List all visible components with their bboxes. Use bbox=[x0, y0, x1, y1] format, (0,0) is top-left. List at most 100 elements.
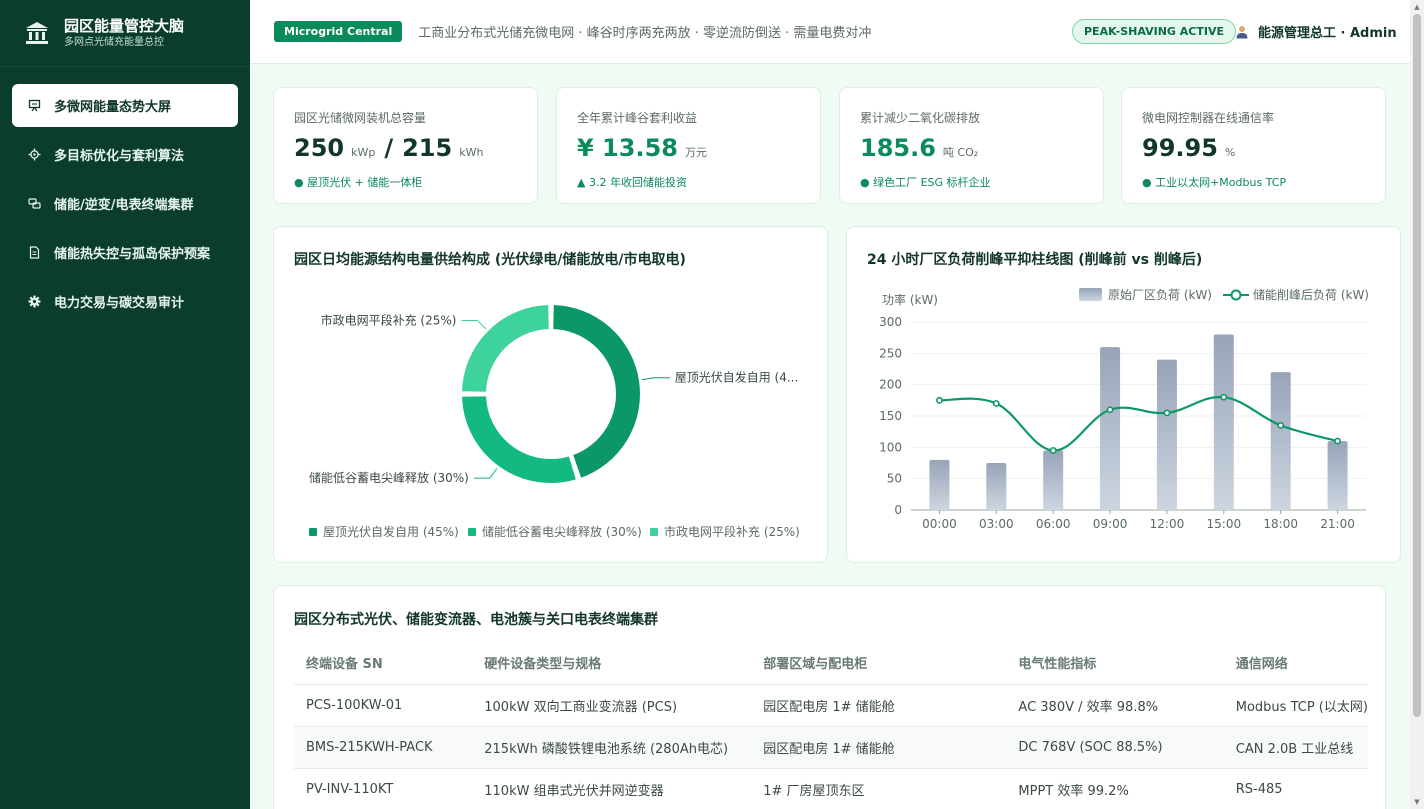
line-point bbox=[992, 400, 1000, 407]
legend-label: 市政电网平段补充 (25%) bbox=[664, 524, 800, 539]
line-point bbox=[1220, 393, 1228, 401]
brand-subtitle: 多网点光储充能量总控 bbox=[64, 37, 164, 48]
column-header[interactable]: 部署区域与配电柜 bbox=[751, 642, 1007, 685]
kpi-unit: % bbox=[1224, 146, 1236, 159]
header-description: 工商业分布式光储充微电网 · 峰谷时序两充两放 · 零逆流防倒送 · 需量电费对… bbox=[418, 26, 872, 41]
x-tick-label: 12:00 bbox=[1150, 517, 1185, 531]
sidebar-item-label: 多微网能量态势大屏 bbox=[54, 100, 172, 115]
kpi-label: 全年累计峰谷套利收益 bbox=[577, 111, 698, 125]
column-header[interactable]: 电气性能指标 bbox=[1006, 642, 1224, 685]
kpi-number: 185.6 bbox=[860, 134, 936, 162]
scroll-up-arrow-icon[interactable]: ▲ bbox=[1413, 3, 1421, 11]
kpi-unit-secondary: kWh bbox=[459, 146, 484, 159]
table-cell: PV-INV-110KT bbox=[294, 768, 473, 809]
kpi-unit: kWp bbox=[351, 146, 376, 159]
column-header[interactable]: 硬件设备类型与规格 bbox=[472, 642, 752, 685]
donut-slice-label: 屋顶光伏自发自用 (4... bbox=[675, 370, 799, 385]
x-tick-label: 09:00 bbox=[1093, 517, 1128, 531]
sidebar-item-protection[interactable]: 储能热失控与孤岛保护预案 bbox=[12, 231, 238, 274]
peak-shaving-bar-line-chart: 功率 (kW) 0 50 100 150 200 250 300 00:00 03:00 06:00… bbox=[879, 287, 1369, 531]
line-point bbox=[1277, 421, 1285, 429]
table-row[interactable]: PCS-100KW-01 100kW 双向工商业变流器 (PCS) 园区配电房 … bbox=[294, 684, 1368, 727]
status-badge: PEAK-SHAVING ACTIVE bbox=[1072, 19, 1236, 44]
energy-structure-donut-chart: 屋顶光伏自发自用 (4... 储能低谷蓄电尖峰释放 (30%) 市政电网平段补充 (… bbox=[309, 303, 800, 539]
kpi-subtext: ● 工业以太网+Modbus TCP bbox=[1142, 176, 1287, 189]
bar bbox=[1327, 441, 1348, 510]
scroll-thumb[interactable] bbox=[1413, 14, 1421, 717]
system-chip: Microgrid Central bbox=[274, 21, 403, 42]
line-point bbox=[1106, 406, 1114, 414]
scroll-down-arrow-icon[interactable]: ▼ bbox=[1413, 798, 1421, 806]
kpi-unit: 万元 bbox=[684, 146, 707, 159]
card-title: 园区分布式光伏、储能变流器、电池簇与关口电表终端集群 bbox=[294, 612, 658, 628]
bar bbox=[1156, 359, 1177, 510]
document-icon bbox=[28, 246, 41, 259]
sidebar-item-label: 电力交易与碳交易审计 bbox=[54, 296, 185, 311]
line-point bbox=[936, 396, 943, 404]
kpi-card-carbon: 累计减少二氧化碳排放 185.6 吨 CO₂ ● 绿色工厂 ESG 标杆企业 bbox=[839, 87, 1104, 204]
donut-slice-label: 储能低谷蓄电尖峰释放 (30%) bbox=[309, 470, 469, 485]
peak-shaving-card: 24 小时厂区负荷削峰平抑柱线图 (削峰前 vs 削峰后) 功率 (kW) 0 50… bbox=[846, 226, 1401, 563]
y-tick-label: 0 bbox=[894, 503, 902, 517]
user-menu[interactable]: 能源管理总工 · Admin bbox=[1235, 22, 1397, 41]
y-tick-label: 250 bbox=[879, 346, 902, 360]
x-tick-label: 03:00 bbox=[979, 517, 1014, 531]
kpi-number: ¥ 13.58 bbox=[577, 134, 678, 162]
sidebar-nav: 多微网能量态势大屏 多目标优化与套利算法 储能/逆变/电表终端集群 储能热失控与… bbox=[0, 67, 250, 323]
y-tick-label: 300 bbox=[879, 315, 902, 329]
legend-swatch-marker bbox=[1230, 289, 1242, 301]
column-header[interactable]: 通信网络 bbox=[1223, 642, 1368, 685]
legend-label: 储能低谷蓄电尖峰释放 (30%) bbox=[482, 524, 642, 539]
kpi-card-arbitrage: 全年累计峰谷套利收益 ¥ 13.58 万元 ▲ 3.2 年收回储能投资 bbox=[556, 87, 821, 204]
table-cell: PCS-100KW-01 bbox=[294, 684, 473, 727]
x-tick-label: 21:00 bbox=[1320, 517, 1355, 531]
bar bbox=[986, 463, 1007, 510]
donut-slice bbox=[551, 303, 642, 481]
line-point bbox=[1334, 437, 1341, 445]
table-cell: 110kW 组串式光伏并网逆变器 bbox=[472, 768, 752, 809]
legend-label: 屋顶光伏自发自用 (45%) bbox=[323, 524, 459, 539]
legend-label: 储能削峰后负荷 (kW) bbox=[1253, 287, 1369, 302]
presentation-icon bbox=[28, 99, 41, 112]
bar bbox=[1213, 334, 1234, 510]
terminal-table: 终端设备 SN 硬件设备类型与规格 部署区域与配电柜 电气性能指标 通信网络 P… bbox=[294, 642, 1368, 809]
table-cell: RS-485 bbox=[1223, 768, 1368, 809]
x-tick-label: 15:00 bbox=[1207, 517, 1242, 531]
table-row[interactable]: PV-INV-110KT 110kW 组串式光伏并网逆变器 1# 厂房屋顶东区 … bbox=[294, 768, 1368, 809]
kpi-value: 99.95 % bbox=[1142, 134, 1244, 162]
table-cell: MPPT 效率 99.2% bbox=[1006, 768, 1224, 809]
line-point bbox=[1049, 447, 1057, 454]
kpi-subtext: ▲ 3.2 年收回储能投资 bbox=[577, 176, 687, 189]
sidebar-item-dashboard[interactable]: 多微网能量态势大屏 bbox=[12, 84, 238, 127]
x-tick-label: 00:00 bbox=[922, 517, 957, 531]
column-header[interactable]: 终端设备 SN bbox=[294, 642, 473, 685]
bank-icon bbox=[26, 22, 48, 44]
sidebar-item-trading-audit[interactable]: 电力交易与碳交易审计 bbox=[12, 280, 238, 323]
kpi-card-online-rate: 微电网控制器在线通信率 99.95 % ● 工业以太网+Modbus TCP bbox=[1121, 87, 1386, 204]
sidebar-item-label: 储能/逆变/电表终端集群 bbox=[54, 198, 194, 213]
user-icon bbox=[1236, 25, 1248, 38]
table-row[interactable]: BMS-215KWH-PACK 215kWh 磷酸铁锂电池系统 (280Ah电芯… bbox=[294, 726, 1368, 769]
kpi-value: 185.6 吨 CO₂ bbox=[860, 134, 987, 162]
kpi-number: 250 bbox=[294, 134, 345, 162]
table-cell: AC 380V / 效率 98.8% bbox=[1006, 684, 1224, 727]
sidebar: 园区能量管控大脑 多网点光储充能量总控 多微网能量态势大屏 多目标优化与套利算法… bbox=[0, 0, 250, 809]
y-tick-label: 200 bbox=[879, 378, 902, 392]
sidebar-item-optimization[interactable]: 多目标优化与套利算法 bbox=[12, 133, 238, 176]
kpi-number-secondary: 215 bbox=[402, 134, 453, 162]
y-tick-label: 150 bbox=[879, 409, 902, 423]
page-scrollbar[interactable]: ▲ ▼ bbox=[1410, 0, 1424, 809]
kpi-label: 园区光储微网装机总容量 bbox=[294, 111, 427, 125]
table-cell: BMS-215KWH-PACK bbox=[294, 726, 473, 769]
x-tick-label: 06:00 bbox=[1036, 517, 1071, 531]
sidebar-item-devices[interactable]: 储能/逆变/电表终端集群 bbox=[12, 182, 238, 225]
top-header: Microgrid Central 工商业分布式光储充微电网 · 峰谷时序两充两… bbox=[250, 0, 1410, 64]
legend-swatch bbox=[468, 528, 476, 536]
kpi-subtext: ● 屋顶光伏 + 储能一体柜 bbox=[294, 176, 423, 189]
kpi-number: 99.95 bbox=[1142, 134, 1218, 162]
user-name: 能源管理总工 · Admin bbox=[1258, 26, 1397, 41]
bar bbox=[929, 459, 950, 510]
legend-label: 原始厂区负荷 (kW) bbox=[1108, 288, 1212, 302]
table-cell: 园区配电房 1# 储能舱 bbox=[751, 684, 1007, 727]
sidebar-item-label: 多目标优化与套利算法 bbox=[54, 149, 185, 164]
